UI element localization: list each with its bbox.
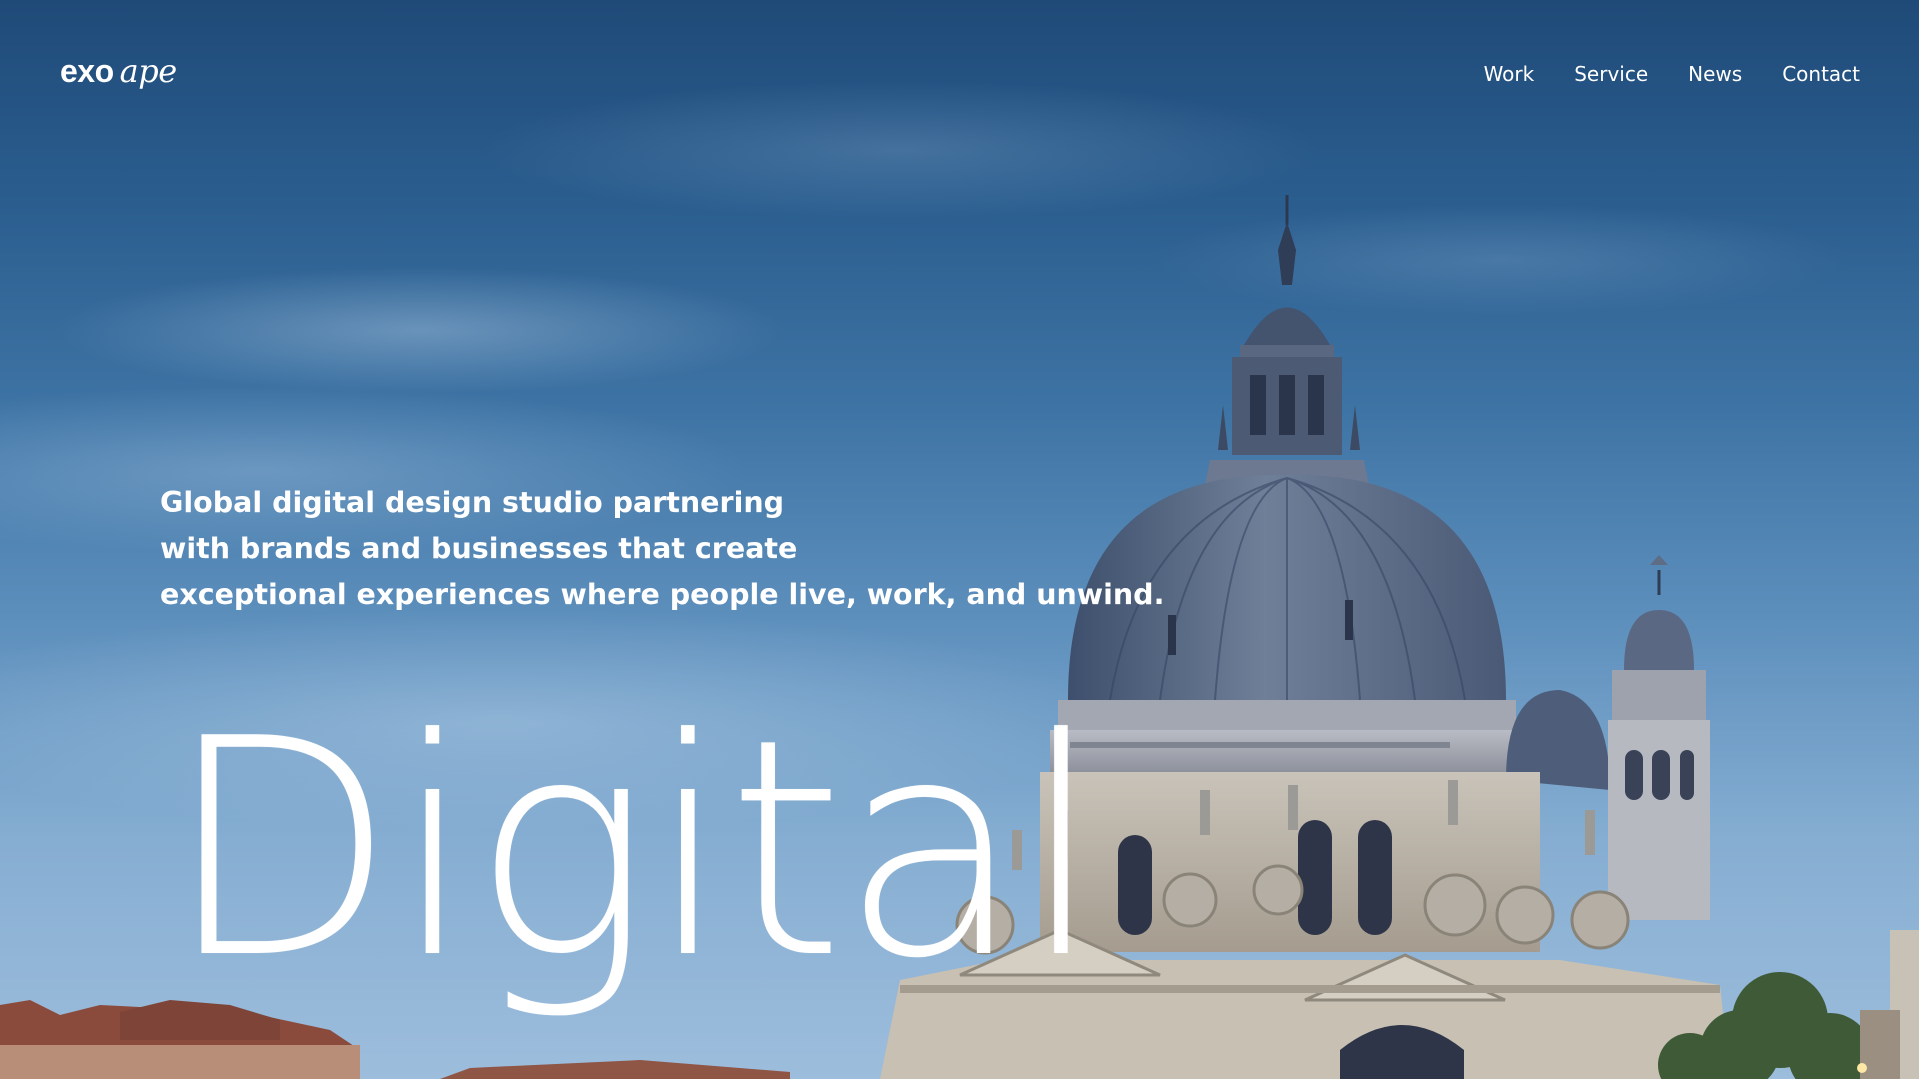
nav-item-news[interactable]: News — [1688, 62, 1742, 86]
hero-section: exo ape Work Service News Contact Global… — [0, 0, 1919, 1079]
nav-item-contact[interactable]: Contact — [1782, 62, 1860, 86]
tagline-line: Global digital design studio partnering — [160, 486, 785, 519]
nav-item-service[interactable]: Service — [1574, 62, 1648, 86]
logo-text-exo: exo — [60, 53, 114, 89]
logo-text-ape: ape — [119, 52, 178, 90]
brand-logo[interactable]: exo ape — [60, 52, 177, 90]
hero-headline: Digital — [165, 675, 1104, 1024]
tagline-line: exceptional experiences where people liv… — [160, 578, 1165, 611]
main-navigation: Work Service News Contact — [1484, 62, 1860, 86]
hero-tagline: Global digital design studio partnering … — [160, 480, 1165, 618]
nav-item-work[interactable]: Work — [1484, 62, 1535, 86]
tagline-line: with brands and businesses that create — [160, 532, 798, 565]
